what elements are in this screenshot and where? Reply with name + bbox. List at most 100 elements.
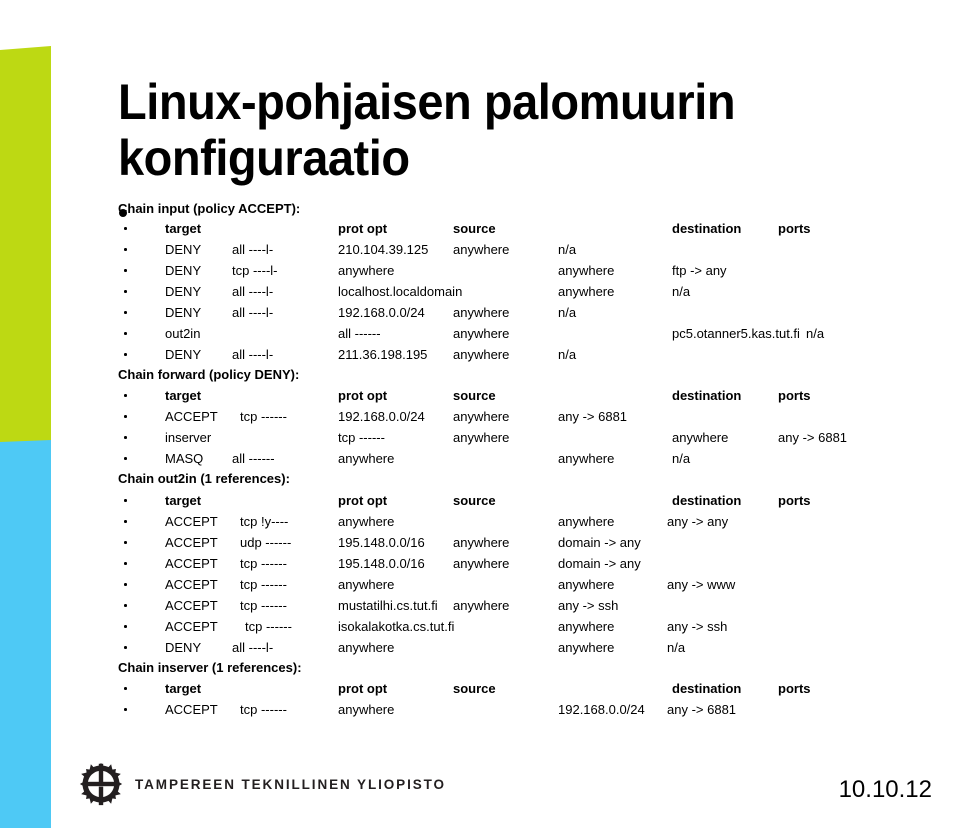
cell-source: mustatilhi.cs.tut.fi <box>338 598 438 613</box>
cell-target: ACCEPT <box>165 409 218 424</box>
table-row: ACCEPT tcp ------ anywhere 192.168.0.0/24 an… <box>0 702 960 723</box>
table-row: MASQ all ------ anywhere anywhere n/a <box>0 451 960 472</box>
bullet-marker <box>124 520 127 523</box>
cell-source: anywhere <box>338 702 395 717</box>
cell-target: ACCEPT <box>165 535 218 550</box>
cell-extra: anywhere <box>453 347 510 362</box>
bullet-marker <box>124 248 127 251</box>
cell-prot: all ----l- <box>232 284 274 299</box>
cell-prot: tcp ------ <box>240 556 287 571</box>
cell-destination: anywhere <box>558 619 615 634</box>
cell-source: 211.36.198.195 <box>338 347 428 362</box>
cell-ports: n/a <box>672 451 691 466</box>
table-header-row: target prot opt source destination ports <box>0 681 960 702</box>
bullet-marker <box>124 394 127 397</box>
cell-destination: domain -> any <box>558 556 641 571</box>
column-header-ports: ports <box>778 493 811 508</box>
cell-destination: pc5.otanner5.kas.tut.fi <box>672 326 800 341</box>
column-header-destination: destination <box>672 388 742 403</box>
column-header-destination: destination <box>672 681 742 696</box>
bullet-marker <box>124 499 127 502</box>
bullet-marker <box>124 332 127 335</box>
bullet-marker <box>124 436 127 439</box>
bullet-marker <box>124 353 127 356</box>
cell-destination: anywhere <box>672 430 729 445</box>
chain-heading: Chain inserver (1 references): <box>118 660 302 675</box>
cell-extra: anywhere <box>453 305 510 320</box>
cell-extra: anywhere <box>453 430 510 445</box>
column-header-prot: prot opt <box>338 681 388 696</box>
cell-target: ACCEPT <box>165 598 218 613</box>
table-header-row: target prot opt source destination ports <box>0 221 960 242</box>
column-header-prot: prot opt <box>338 221 388 236</box>
cell-destination: n/a <box>558 242 577 257</box>
column-header-source: source <box>453 493 496 508</box>
cell-prot: tcp !y---- <box>240 514 289 529</box>
cell-prot: tcp ------ <box>240 409 287 424</box>
bullet-marker <box>124 708 127 711</box>
column-header-target: target <box>165 681 202 696</box>
cell-source: 195.148.0.0/16 <box>338 535 425 550</box>
cell-source: anywhere <box>338 577 395 592</box>
bullet-marker <box>124 562 127 565</box>
cell-destination: any -> ssh <box>558 598 619 613</box>
cell-prot: tcp ------ <box>240 702 287 717</box>
column-header-ports: ports <box>778 681 811 696</box>
table-row: DENY all ----l- 210.104.39.125 anywhere n/a <box>0 242 960 263</box>
cell-ports: ftp -> any <box>672 263 727 278</box>
cell-prot: all ----l- <box>232 305 274 320</box>
chain-heading: Chain forward (policy DENY): <box>118 367 300 382</box>
table-row: inserver tcp ------ anywhere anywhere any ->… <box>0 430 960 451</box>
cell-destination: anywhere <box>558 640 615 655</box>
column-header-destination: destination <box>672 221 742 236</box>
bullet-marker <box>124 687 127 690</box>
cell-destination: n/a <box>558 347 577 362</box>
table-row: ACCEPT tcp ------ anywhere anywhere any -> w… <box>0 577 960 598</box>
table-row: ACCEPT tcp !y---- anywhere anywhere any -> a… <box>0 514 960 535</box>
bullet-marker <box>124 625 127 628</box>
cell-ports: any -> any <box>667 514 729 529</box>
cell-source: 192.168.0.0/24 <box>338 409 425 424</box>
cell-destination: any -> 6881 <box>558 409 628 424</box>
column-header-ports: ports <box>778 221 811 236</box>
cell-prot: tcp ------ <box>240 577 287 592</box>
firewall-rules-content: Chain input (policy ACCEPT): target prot o… <box>0 0 960 828</box>
column-header-target: target <box>165 388 202 403</box>
table-row: ACCEPT udp ------ 195.148.0.0/16 anywhere do… <box>0 535 960 556</box>
cell-extra: anywhere <box>453 556 510 571</box>
table-row: DENY tcp ----l-anywhere anywhere ftp -> any <box>0 263 960 284</box>
cell-target: ACCEPT <box>165 556 218 571</box>
table-header-row: target prot opt source destination ports <box>0 493 960 514</box>
table-row: ACCEPT tcp ------ isokalakotka.cs.tut.fi an… <box>0 619 960 640</box>
cell-prot: all ------ <box>232 451 275 466</box>
cell-prot: tcp ------ <box>240 598 287 613</box>
chain-heading: Chain input (policy ACCEPT): <box>118 201 301 216</box>
column-header-target: target <box>165 493 202 508</box>
column-header-target: target <box>165 221 202 236</box>
column-header-ports: ports <box>778 388 811 403</box>
cell-target: ACCEPT <box>165 514 218 529</box>
bullet-marker <box>124 269 127 272</box>
column-header-destination: destination <box>672 493 742 508</box>
cell-target: DENY <box>165 284 202 299</box>
bullet-marker <box>124 583 127 586</box>
column-header-prot: prot opt <box>338 493 388 508</box>
column-header-source: source <box>453 221 496 236</box>
bullet-marker <box>124 457 127 460</box>
cell-target: DENY <box>165 305 202 320</box>
cell-source: anywhere <box>338 514 395 529</box>
cell-source: 210.104.39.125 <box>338 242 429 257</box>
university-logo: TAMPEREEN TEKNILLINEN YLIOPISTO <box>79 762 446 806</box>
cell-destination: anywhere <box>558 577 615 592</box>
column-header-prot: prot opt <box>338 388 388 403</box>
cell-ports: any -> 6881 <box>778 430 848 445</box>
cell-prot: all ----l- <box>232 242 274 257</box>
cell-target: DENY <box>165 347 202 362</box>
cell-prot: udp ------ <box>240 535 292 550</box>
gear-icon <box>79 762 123 806</box>
bullet-marker <box>124 311 127 314</box>
cell-extra: anywhere <box>453 409 510 424</box>
cell-prot: tcp ------ <box>245 619 292 634</box>
cell-source: 192.168.0.0/24 <box>338 305 425 320</box>
cell-extra: anywhere <box>453 535 510 550</box>
